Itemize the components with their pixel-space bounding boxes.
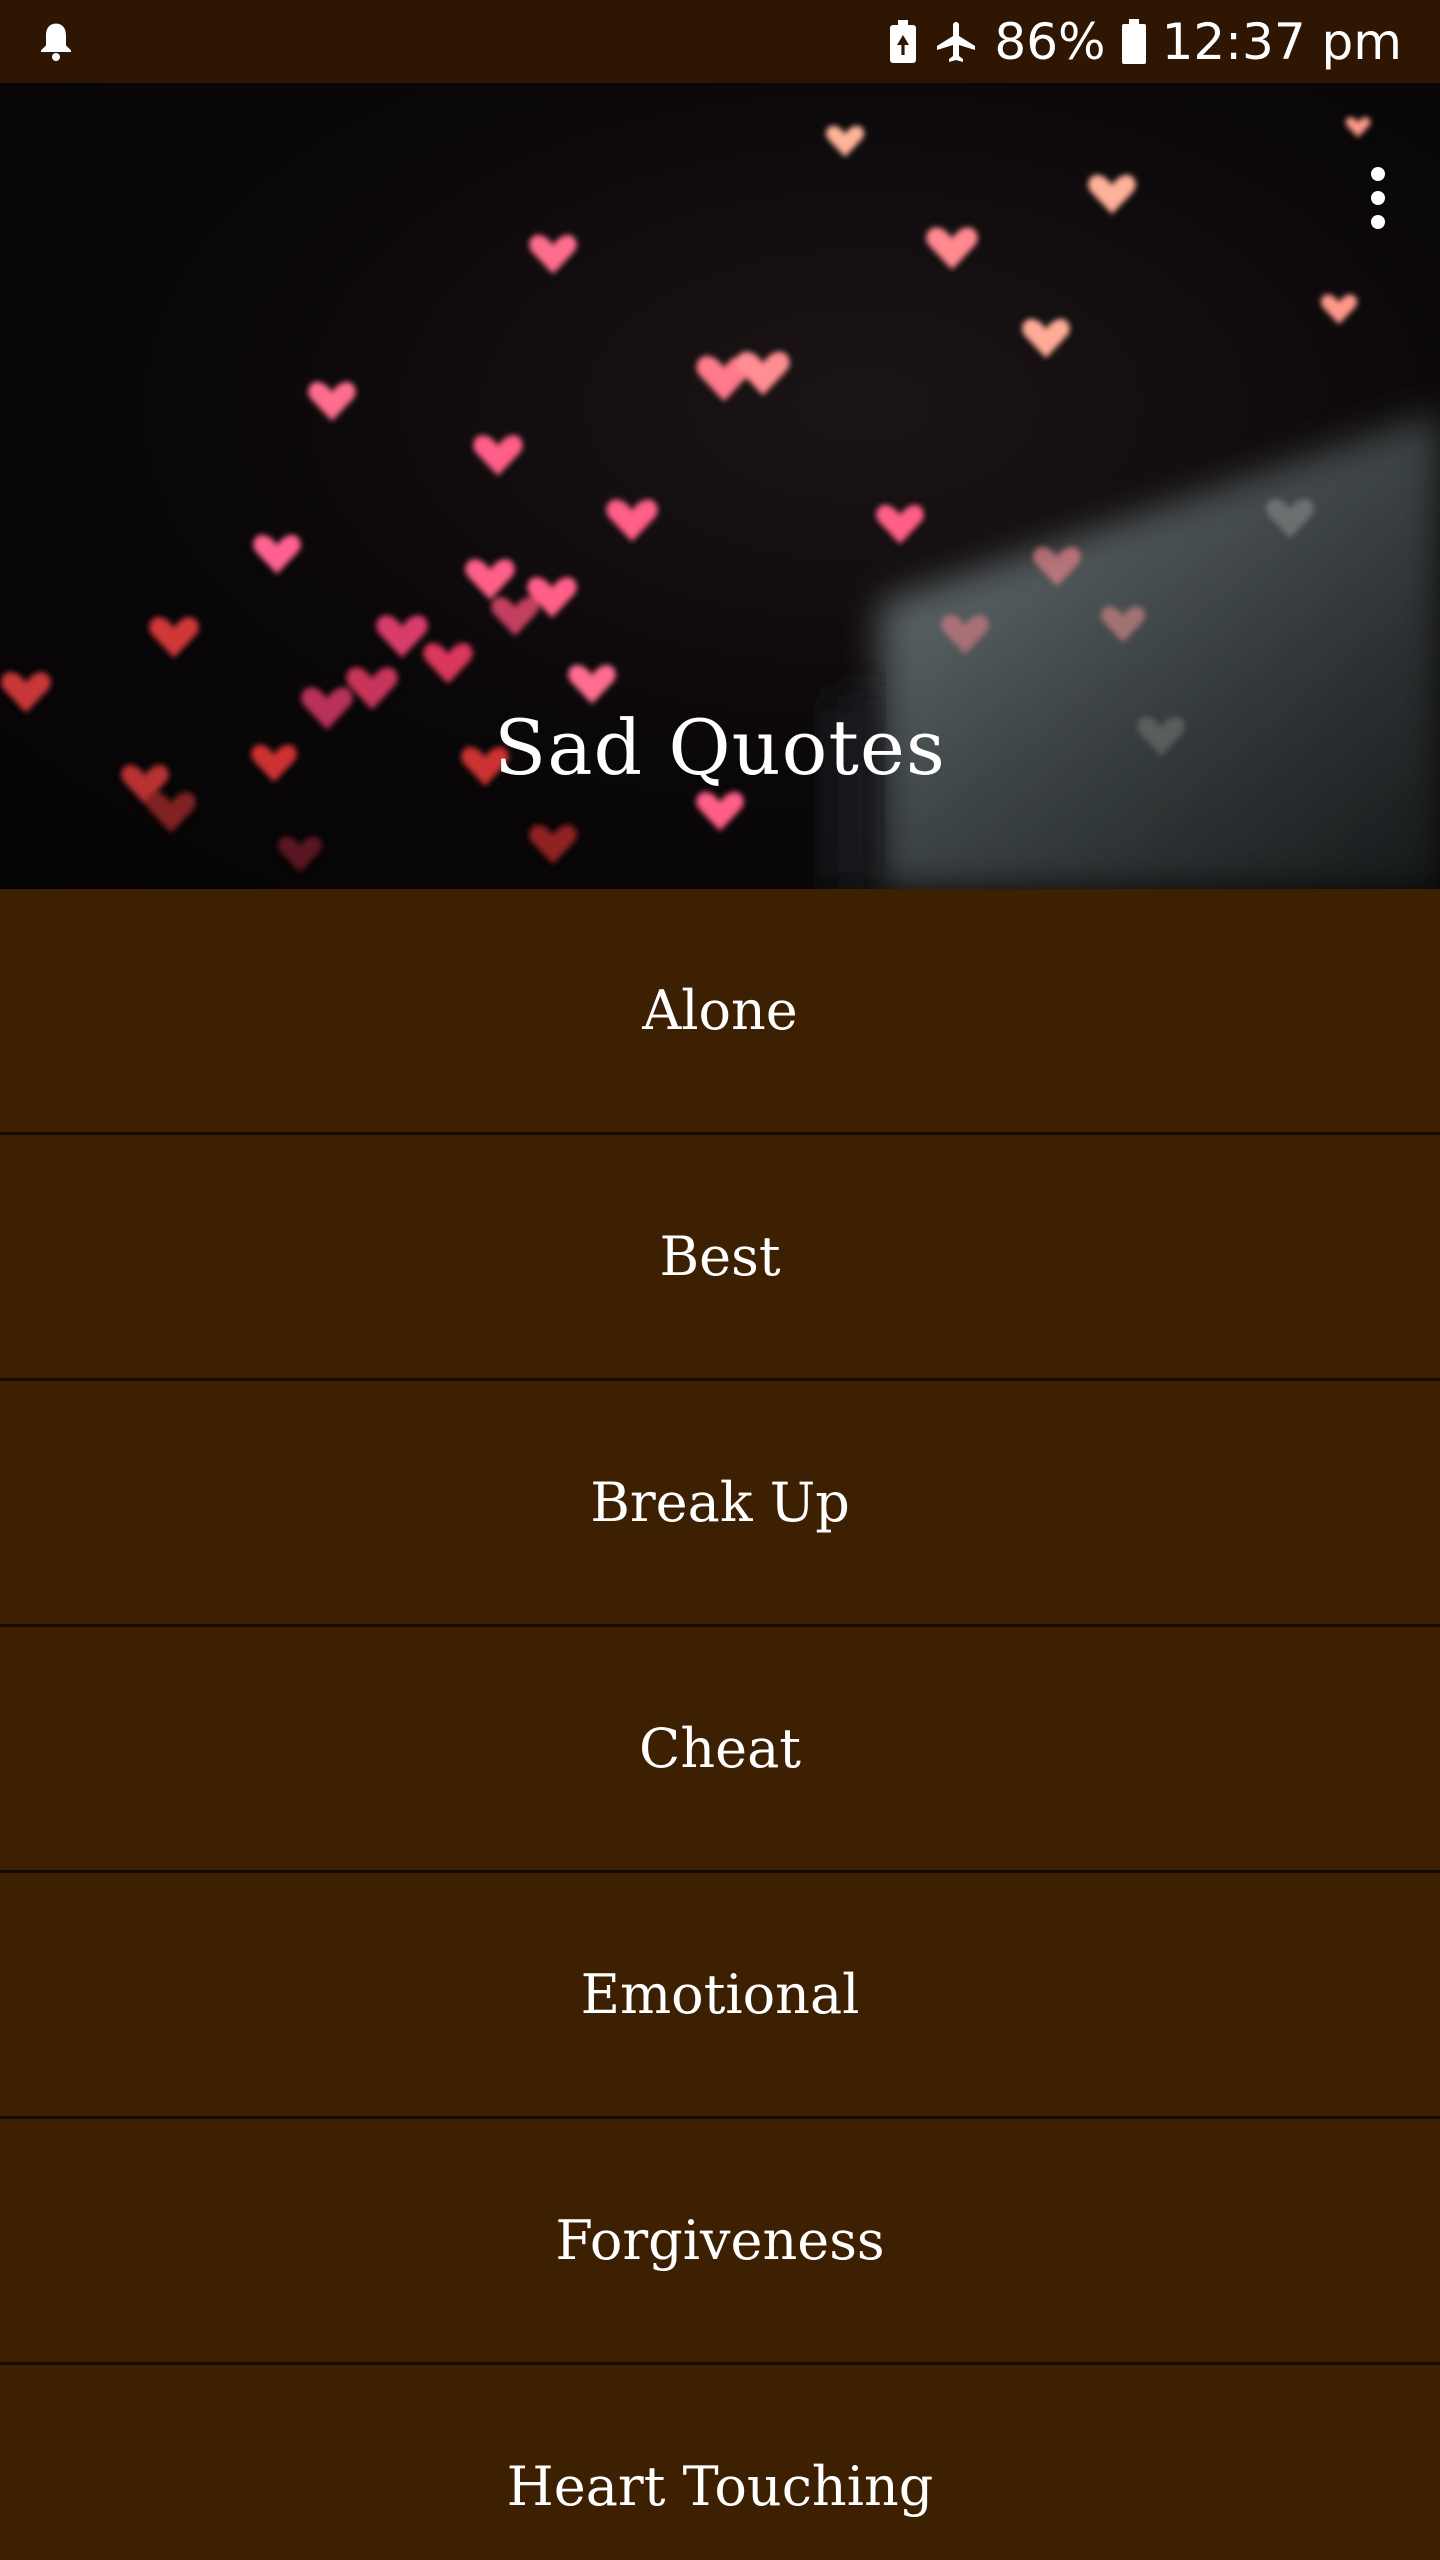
airplane-mode-icon	[937, 21, 976, 62]
page-title: Sad Quotes	[494, 703, 946, 792]
category-label: Alone	[642, 979, 798, 1042]
more-vert-icon-dot	[1371, 191, 1385, 205]
status-bar: 86% 12:37 pm	[0, 0, 1440, 83]
more-vert-icon-dot	[1371, 167, 1385, 181]
category-item-break-up[interactable]: Break Up	[0, 1381, 1440, 1627]
category-item-cheat[interactable]: Cheat	[0, 1627, 1440, 1873]
category-label: Emotional	[580, 1963, 860, 2026]
category-item-heart-touching[interactable]: Heart Touching	[0, 2365, 1440, 2560]
category-item-alone[interactable]: Alone	[0, 889, 1440, 1135]
category-label: Break Up	[590, 1471, 850, 1534]
more-options-button[interactable]	[1328, 143, 1428, 253]
clock: 12:37 pm	[1161, 12, 1402, 71]
category-label: Cheat	[639, 1717, 801, 1780]
more-vert-icon-dot	[1371, 215, 1385, 229]
status-right: 86% 12:37 pm	[888, 0, 1402, 83]
category-label: Forgiveness	[555, 2209, 885, 2272]
battery-icon	[1121, 18, 1146, 64]
battery-saver-icon	[890, 19, 917, 63]
battery-percent: 86%	[994, 12, 1106, 71]
notification-bell-icon	[41, 23, 71, 62]
app-root: 86% 12:37 pm Sad Quotes Alone Best Break…	[0, 0, 1440, 2560]
category-item-best[interactable]: Best	[0, 1135, 1440, 1381]
category-item-forgiveness[interactable]: Forgiveness	[0, 2119, 1440, 2365]
category-item-emotional[interactable]: Emotional	[0, 1873, 1440, 2119]
category-label: Best	[659, 1225, 781, 1288]
header-banner: Sad Quotes	[0, 83, 1440, 889]
category-label: Heart Touching	[506, 2455, 934, 2518]
category-list: Alone Best Break Up Cheat Emotional Forg…	[0, 889, 1440, 2560]
